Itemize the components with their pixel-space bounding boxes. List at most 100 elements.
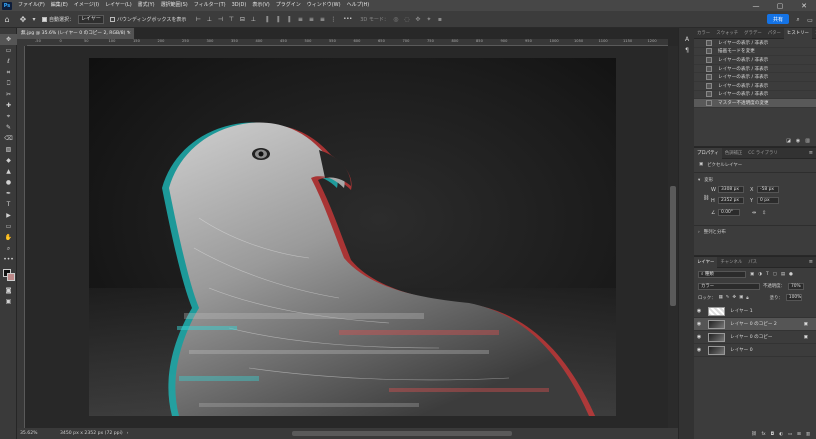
tool-icon[interactable]: ▭ — [0, 221, 17, 232]
filter-smart-icon[interactable]: ▤ — [781, 272, 785, 277]
maximize-icon[interactable]: ▢ — [768, 0, 792, 11]
menu-item[interactable]: 編集(E) — [48, 0, 71, 11]
distribute-top-icon[interactable]: ≡ — [296, 15, 304, 23]
x-field[interactable]: -58 px — [757, 186, 779, 193]
new-layer-icon[interactable]: ⊞ — [797, 432, 801, 437]
tool-icon[interactable]: ✋ — [0, 232, 17, 243]
panel-tab[interactable]: カラー — [694, 28, 713, 39]
history-item[interactable]: レイヤーの表示 / 非表示 — [694, 56, 816, 65]
fill-field[interactable]: 100% — [785, 294, 802, 301]
lock-artboard-icon[interactable]: ▣ — [739, 295, 743, 300]
blend-mode-dropdown[interactable]: カラー — [698, 282, 760, 290]
panel-tab[interactable]: スウォッチ — [713, 28, 741, 39]
tool-icon[interactable]: ◆ — [0, 155, 17, 166]
layer-row[interactable]: ◉ レイヤー 0 のコピー ▣ — [694, 331, 816, 344]
angle-field[interactable]: 0.00° — [718, 209, 740, 216]
menu-item[interactable]: フィルター(T) — [191, 0, 229, 11]
tool-icon[interactable]: ••• — [0, 254, 17, 265]
history-item[interactable]: レイヤーの表示 / 非表示 — [694, 91, 816, 100]
flip-vertical-icon[interactable]: ⇳ — [762, 210, 766, 216]
screen-mode-icon[interactable]: ▣ — [0, 296, 17, 307]
filter-pixel-icon[interactable]: ▣ — [750, 272, 754, 277]
panel-tab[interactable]: コメント — [812, 28, 816, 39]
lock-all-icon[interactable]: 🔒︎ — [746, 295, 748, 301]
document-tab[interactable]: 無.jpg @ 35.6% (レイヤー 0 のコピー 2, RGB/8) * × — [17, 28, 135, 39]
lock-position-icon[interactable]: ✥ — [732, 295, 736, 300]
distribute-bottom-icon[interactable]: ≡ — [318, 15, 326, 23]
tool-icon[interactable]: ⌫ — [0, 133, 17, 144]
align-top-icon[interactable]: ⊤ — [227, 15, 235, 23]
panel-tab[interactable]: パス — [745, 257, 760, 268]
horizontal-scrollbar[interactable] — [292, 431, 512, 436]
search-icon[interactable]: ⌕ — [794, 16, 802, 24]
history-item[interactable]: マスター不透明度の変更 — [694, 99, 816, 108]
distribute-left-icon[interactable]: ‖ — [263, 15, 271, 23]
new-group-icon[interactable]: ▭ — [788, 432, 792, 437]
fx-icon[interactable]: fx — [762, 432, 766, 437]
tool-icon[interactable]: ⌗ — [0, 67, 17, 78]
more-options-button[interactable]: ••• — [343, 16, 352, 22]
layer-row[interactable]: ◉ レイヤー 0 — [694, 344, 816, 357]
filter-toggle-icon[interactable]: ● — [789, 272, 793, 277]
eye-icon[interactable]: ◉ — [694, 334, 704, 340]
paragraph-panel-icon[interactable]: ¶ — [679, 45, 695, 56]
menu-item[interactable]: ヘルプ(H) — [344, 0, 373, 11]
distribute-center-icon[interactable]: ‖ — [274, 15, 282, 23]
scroll-thumb[interactable] — [670, 186, 676, 306]
character-panel-icon[interactable]: A — [679, 34, 695, 45]
3d-scale-icon[interactable]: ▪ — [436, 15, 444, 23]
bbox-checkbox[interactable]: バウンディングボックスを表示 — [109, 16, 186, 23]
share-button[interactable]: 共有 — [767, 14, 789, 24]
menu-item[interactable]: イメージ(I) — [71, 0, 102, 11]
flip-horizontal-icon[interactable]: ⇹ — [752, 210, 756, 216]
tool-icon[interactable]: ✂ — [0, 89, 17, 100]
panel-menu-icon[interactable]: ≡ — [809, 150, 813, 156]
history-item[interactable]: レイヤーの表示 / 非表示 — [694, 39, 816, 48]
close-tab-icon[interactable]: × — [127, 28, 131, 39]
history-item[interactable]: レイヤーの表示 / 非表示 — [694, 73, 816, 82]
trash-icon[interactable]: ▥ — [805, 138, 810, 144]
menu-item[interactable]: 3D(D) — [229, 0, 250, 11]
delete-layer-icon[interactable]: ▥ — [806, 432, 810, 437]
quick-mask-icon[interactable]: ◙ — [0, 285, 17, 296]
menu-item[interactable]: 選択範囲(S) — [158, 0, 191, 11]
tool-icon[interactable]: T — [0, 199, 17, 210]
color-swatches[interactable] — [3, 269, 15, 281]
history-item[interactable]: レイヤーの表示 / 非表示 — [694, 82, 816, 91]
align-middle-icon[interactable]: ⊟ — [238, 15, 246, 23]
distribute-middle-icon[interactable]: ≡ — [307, 15, 315, 23]
filter-adjust-icon[interactable]: ◑ — [758, 272, 762, 277]
menu-item[interactable]: 書式(Y) — [135, 0, 158, 11]
lock-transparent-icon[interactable]: ▦ — [719, 295, 723, 300]
add-mask-icon[interactable]: ◘ — [771, 432, 774, 437]
tool-icon[interactable]: ✥ — [0, 34, 17, 45]
menu-item[interactable]: ファイル(F) — [15, 0, 48, 11]
eye-icon[interactable]: ◉ — [694, 347, 704, 353]
align-bottom-icon[interactable]: ⊥ — [249, 15, 257, 23]
tool-icon[interactable]: ▲ — [0, 166, 17, 177]
auto-select-checkbox[interactable]: 自動選択： — [42, 16, 74, 23]
camera-icon[interactable]: ◉ — [796, 138, 800, 144]
tool-icon[interactable]: ▶ — [0, 210, 17, 221]
y-field[interactable]: 0 px — [757, 197, 779, 204]
tool-icon[interactable]: ✒ — [0, 188, 17, 199]
canvas-image[interactable] — [89, 58, 616, 416]
panel-tab[interactable]: ヒストリー — [783, 27, 812, 39]
chevron-down-icon[interactable]: ▾ — [698, 178, 700, 183]
vertical-scrollbar[interactable] — [668, 46, 678, 428]
panel-tab[interactable]: プロパティ — [694, 147, 722, 159]
menu-item[interactable]: レイヤー(L) — [102, 0, 135, 11]
align-left-icon[interactable]: ⊢ — [194, 15, 202, 23]
new-snapshot-icon[interactable]: ◪ — [786, 138, 791, 144]
minimize-icon[interactable]: — — [744, 0, 768, 11]
panel-tab[interactable]: CC ライブラリ — [745, 148, 780, 159]
menu-item[interactable]: 表示(V) — [249, 0, 272, 11]
width-field[interactable]: 3308 px — [718, 186, 744, 193]
eye-icon[interactable]: ◉ — [694, 321, 704, 327]
history-item[interactable]: レイヤーの表示 / 非表示 — [694, 65, 816, 74]
chevron-right-icon[interactable]: › — [698, 230, 700, 235]
3d-orbit-icon[interactable]: ◎ — [392, 15, 400, 23]
3d-pan-icon[interactable]: ✥ — [414, 15, 422, 23]
menu-item[interactable]: プラグイン — [273, 0, 304, 11]
chevron-down-icon[interactable]: ▾ — [30, 15, 38, 23]
